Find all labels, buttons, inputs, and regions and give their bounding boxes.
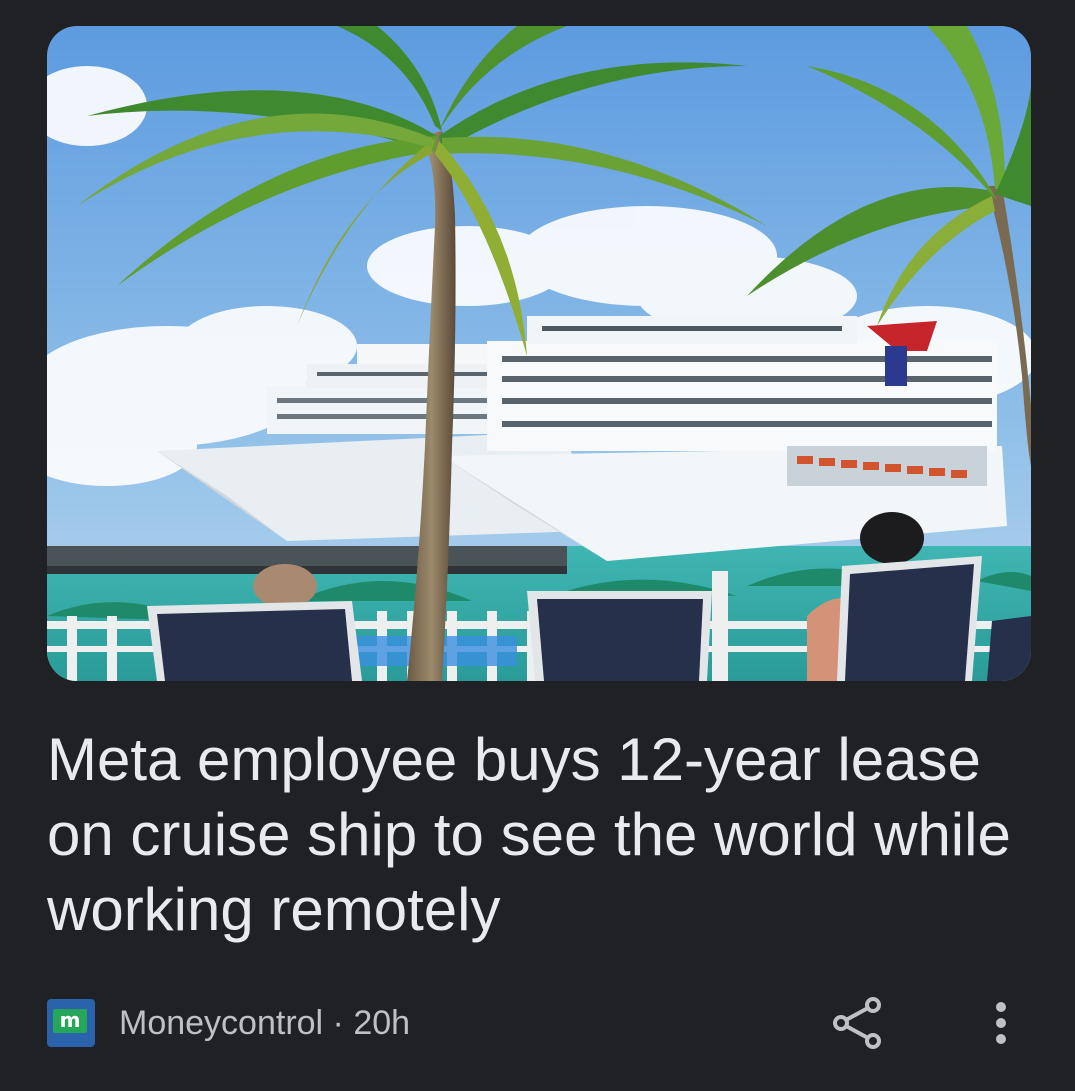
article-meta-row: m Moneycontrol · 20h	[47, 997, 1031, 1049]
source-name: Moneycontrol	[119, 1004, 324, 1042]
logo-letter: m	[53, 1009, 87, 1033]
share-icon	[833, 997, 881, 1049]
more-vertical-icon	[996, 1002, 1006, 1044]
article-headline[interactable]: Meta employee buys 12-year lease on crui…	[47, 722, 1037, 947]
news-card[interactable]: Meta employee buys 12-year lease on crui…	[0, 0, 1075, 1091]
moneycontrol-logo-icon: m	[47, 999, 95, 1047]
share-button[interactable]	[827, 997, 891, 1049]
more-options-button[interactable]	[975, 997, 1027, 1049]
cruise-ship-photo	[47, 26, 1031, 681]
article-image[interactable]	[47, 26, 1031, 681]
source-attribution[interactable]: Moneycontrol · 20h	[119, 1003, 410, 1043]
article-age: 20h	[353, 1004, 411, 1042]
meta-separator: ·	[323, 1004, 354, 1042]
